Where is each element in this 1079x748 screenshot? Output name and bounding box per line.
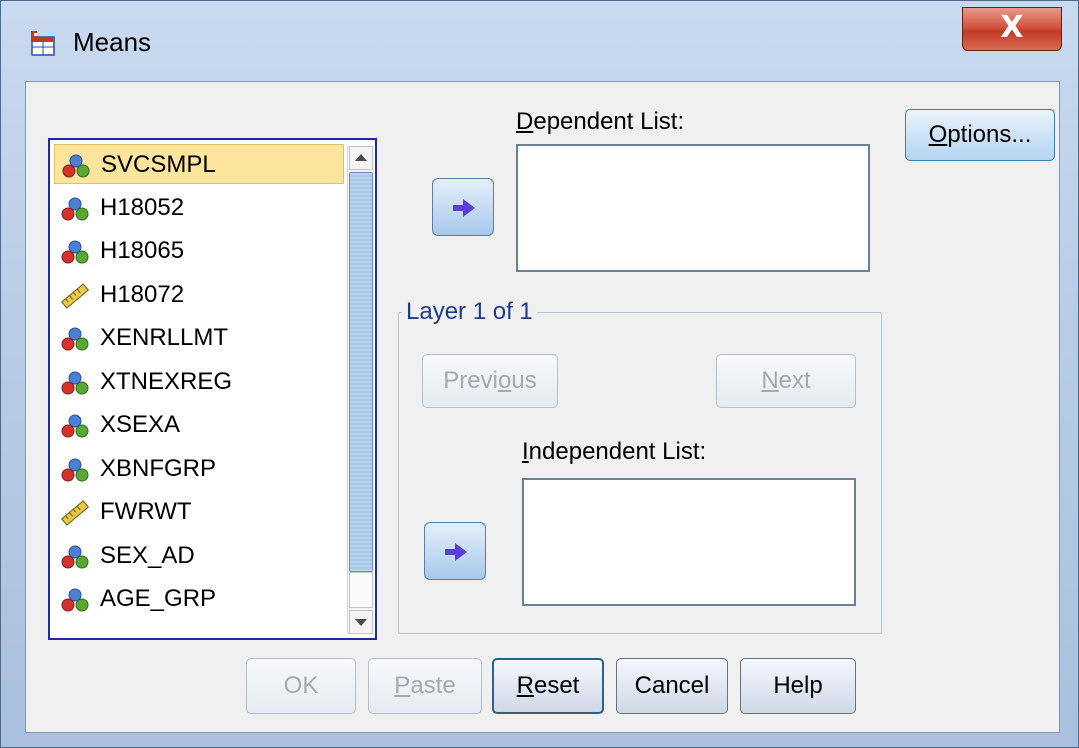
nominal-measure-icon <box>62 154 90 178</box>
variable-list-item[interactable]: XBNFGRP <box>54 449 344 489</box>
dialog-client-area: SVCSMPL H18052 H18065 H18072 XENRLLMT XTNEXRE… <box>25 81 1060 733</box>
reset-button[interactable]: Reset <box>492 658 604 714</box>
variable-list-item[interactable]: XENRLLMT <box>54 318 344 358</box>
move-to-independent-button[interactable] <box>424 522 486 580</box>
variable-list-item[interactable]: AGE_GRP <box>54 579 344 619</box>
variable-name: XSEXA <box>100 411 181 438</box>
move-right-arrow-icon <box>453 199 475 217</box>
variable-name: XTNEXREG <box>100 367 233 395</box>
means-app-icon <box>31 31 55 56</box>
scale-measure-icon <box>60 282 90 309</box>
close-icon: X <box>1000 10 1024 45</box>
variable-list-item[interactable]: SVCSMPL <box>54 144 344 184</box>
close-button[interactable]: X <box>962 7 1062 51</box>
scroll-down-arrow-icon[interactable] <box>349 610 373 634</box>
layer-group-label: Layer 1 of 1 <box>402 298 537 326</box>
variable-list-item[interactable]: XTNEXREG <box>54 362 344 402</box>
options-button[interactable]: Options... <box>905 109 1055 161</box>
window-title: Means <box>73 27 152 57</box>
nominal-measure-icon <box>61 545 89 568</box>
move-right-arrow-icon <box>445 543 467 561</box>
title-bar[interactable]: Means X <box>1 1 1079 81</box>
independent-list-label: Independent List: <box>522 438 707 465</box>
variable-list-item[interactable]: H18052 <box>54 188 344 228</box>
independent-list-box[interactable] <box>522 478 856 606</box>
variable-name: XENRLLMT <box>100 324 229 351</box>
variable-name: SVCSMPL <box>101 151 216 178</box>
variable-name: H18065 <box>100 237 185 264</box>
previous-layer-button[interactable]: Previous <box>422 354 558 408</box>
variable-name: H18052 <box>100 193 185 221</box>
dependent-list-box[interactable] <box>516 144 870 272</box>
nominal-measure-icon <box>61 240 89 264</box>
variable-list-item[interactable]: XSEXA <box>54 405 344 445</box>
nominal-measure-icon <box>61 458 89 481</box>
nominal-measure-icon <box>61 414 89 438</box>
nominal-measure-icon <box>61 371 89 394</box>
move-to-dependent-button[interactable] <box>432 178 494 236</box>
variable-list-item[interactable]: FWRWT <box>54 492 344 532</box>
variable-list-item[interactable]: H18065 <box>54 231 344 271</box>
variable-name: FWRWT <box>100 498 192 525</box>
nominal-measure-icon <box>61 197 89 220</box>
scale-measure-icon <box>60 500 90 526</box>
help-button[interactable]: Help <box>740 658 856 714</box>
variable-list-scrollbar[interactable] <box>347 146 374 634</box>
nominal-measure-icon <box>61 327 89 351</box>
variable-name: SEX_AD <box>100 541 195 569</box>
dependent-list-label: Dependent List: <box>516 108 685 135</box>
next-layer-button[interactable]: Next <box>716 354 856 408</box>
means-dialog-window: Means X SVCSMPL H18052 H18065 H18072 XENRLLM… <box>0 0 1079 748</box>
source-variable-list[interactable]: SVCSMPL H18052 H18065 H18072 XENRLLMT XTNEXRE… <box>48 138 377 640</box>
scroll-up-arrow-icon[interactable] <box>349 146 373 170</box>
scrollbar-thumb[interactable] <box>349 172 373 572</box>
nominal-measure-icon <box>61 588 89 612</box>
ok-button[interactable]: OK <box>246 658 356 714</box>
variable-name: XBNFGRP <box>100 454 217 482</box>
variable-list-item[interactable]: SEX_AD <box>54 536 344 576</box>
cancel-button[interactable]: Cancel <box>616 658 728 714</box>
scrollbar-track[interactable] <box>349 572 373 608</box>
variable-name: AGE_GRP <box>100 585 217 612</box>
variable-name: H18072 <box>100 280 185 308</box>
paste-button[interactable]: Paste <box>368 658 482 714</box>
variable-list-item[interactable]: H18072 <box>54 275 344 315</box>
